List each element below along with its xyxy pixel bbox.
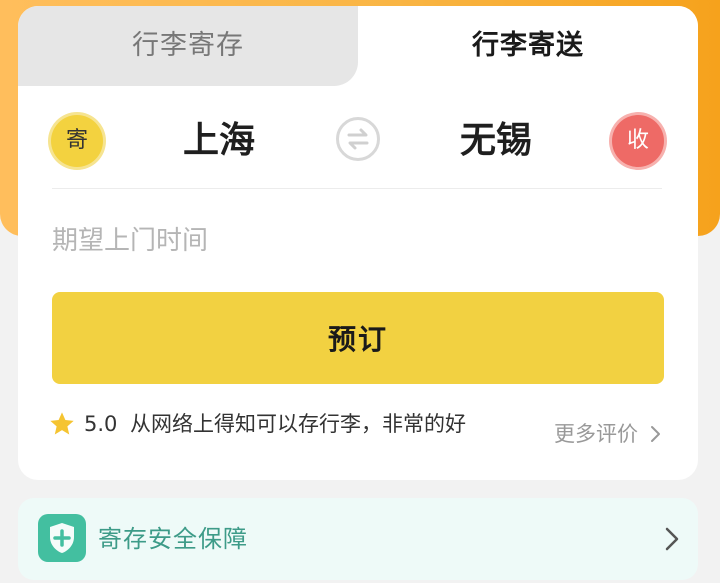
chevron-right-icon xyxy=(650,426,660,442)
swap-arrows-icon[interactable] xyxy=(336,117,380,161)
tab-luggage-storage[interactable]: 行李寄存 xyxy=(18,6,358,86)
more-reviews-label: 更多评价 xyxy=(554,422,638,446)
shield-plus-icon xyxy=(38,514,86,562)
book-button[interactable]: 预订 xyxy=(52,292,664,384)
booking-card: 行李寄存 行李寄送 寄 上海 无锡 收 预订 5.0 从网络上得知可以存行李，非… xyxy=(18,6,698,480)
receive-badge: 收 xyxy=(612,115,664,167)
rating-score: 5.0 xyxy=(84,412,118,436)
review-row: 5.0 从网络上得知可以存行李，非常的好 更多评价 xyxy=(48,406,688,446)
review-snippet: 从网络上得知可以存行李，非常的好 xyxy=(130,412,466,436)
divider xyxy=(52,188,662,189)
star-icon xyxy=(50,412,74,435)
safety-guarantee-label: 寄存安全保障 xyxy=(98,525,248,553)
chevron-right-icon xyxy=(665,527,679,551)
pickup-time-input[interactable] xyxy=(52,216,662,266)
origin-city[interactable]: 上海 xyxy=(149,104,289,178)
tab-luggage-delivery[interactable]: 行李寄送 xyxy=(358,6,698,86)
route-row: 寄 上海 无锡 收 xyxy=(18,104,698,178)
destination-city[interactable]: 无锡 xyxy=(426,104,566,178)
send-badge: 寄 xyxy=(51,115,103,167)
service-tabs: 行李寄存 行李寄送 xyxy=(18,6,698,86)
more-reviews-link[interactable]: 更多评价 xyxy=(554,420,665,448)
safety-guarantee-bar[interactable]: 寄存安全保障 xyxy=(18,498,698,580)
